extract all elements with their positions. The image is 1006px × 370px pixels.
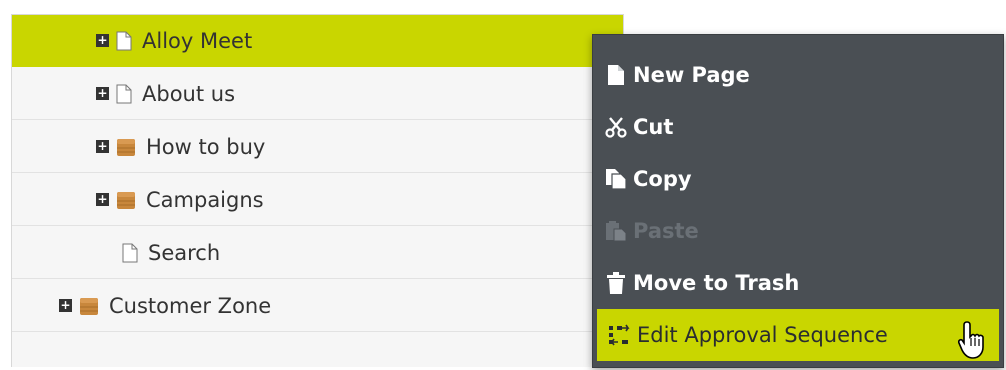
page-icon — [116, 31, 132, 51]
tree-node-alloy-meet[interactable]: + Alloy Meet — [12, 15, 623, 67]
page-tree: + Alloy Meet + About us + How to buy + C… — [11, 14, 624, 367]
menu-item-label: Edit Approval Sequence — [637, 323, 888, 347]
menu-item-move-to-trash[interactable]: Move to Trash — [593, 257, 1003, 309]
trash-icon — [603, 270, 629, 296]
tree-node-label: Alloy Meet — [142, 28, 253, 53]
hand-pointer-icon — [957, 320, 988, 364]
tree-node-campaigns[interactable]: + Campaigns — [12, 174, 623, 226]
menu-item-label: Move to Trash — [633, 271, 800, 295]
paste-icon — [603, 218, 629, 244]
new-page-icon — [603, 62, 629, 88]
expand-icon[interactable]: + — [96, 193, 109, 206]
expand-icon[interactable]: + — [59, 299, 72, 312]
container-icon — [116, 137, 136, 157]
tree-node-label: About us — [142, 81, 236, 106]
page-icon — [116, 84, 132, 104]
tree-node-label: Search — [148, 240, 221, 265]
menu-item-new-page[interactable]: New Page — [593, 49, 1003, 101]
expand-icon[interactable]: + — [96, 34, 109, 47]
container-icon — [116, 190, 136, 210]
menu-item-edit-approval-sequence[interactable]: Edit Approval Sequence — [597, 309, 999, 361]
tree-node-customer-zone[interactable]: + Customer Zone — [12, 280, 623, 332]
menu-item-copy[interactable]: Copy — [593, 153, 1003, 205]
scissors-icon — [603, 114, 629, 140]
context-menu: New Page Cut Copy Paste Move to Trash Ed… — [592, 34, 1004, 368]
menu-item-label: Paste — [633, 219, 699, 243]
menu-item-cut[interactable]: Cut — [593, 101, 1003, 153]
tree-node-search[interactable]: Search — [12, 227, 623, 279]
page-icon — [122, 243, 138, 263]
menu-item-label: Copy — [633, 167, 692, 191]
tree-node-label: Campaigns — [146, 187, 264, 212]
approval-sequence-icon — [607, 322, 633, 348]
tree-node-label: Customer Zone — [109, 293, 272, 318]
tree-node-about-us[interactable]: + About us — [12, 68, 623, 120]
container-icon — [79, 296, 99, 316]
copy-icon — [603, 166, 629, 192]
menu-item-label: Cut — [633, 115, 674, 139]
menu-item-paste[interactable]: Paste — [593, 205, 1003, 257]
menu-item-label: New Page — [633, 63, 750, 87]
tree-node-how-to-buy[interactable]: + How to buy — [12, 121, 623, 173]
expand-icon[interactable]: + — [96, 140, 109, 153]
tree-node-label: How to buy — [146, 134, 266, 159]
expand-icon[interactable]: + — [96, 87, 109, 100]
